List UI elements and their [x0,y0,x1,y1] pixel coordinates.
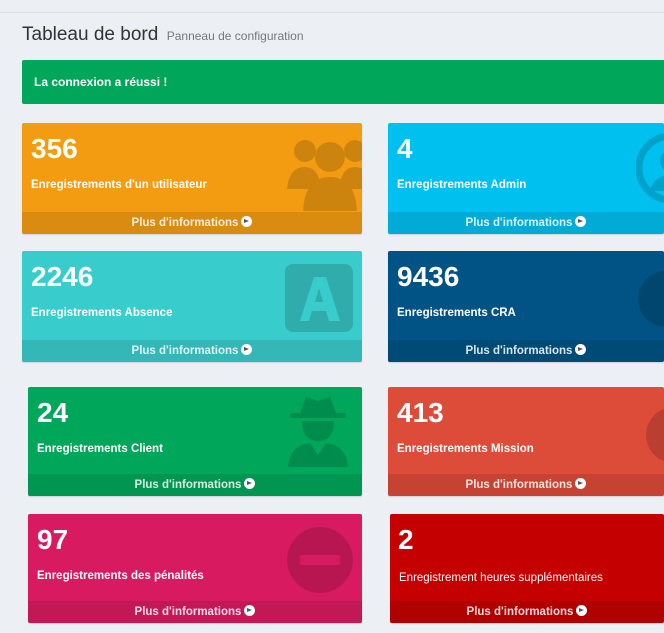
stat-value: 356 [31,133,78,164]
circle-icon [644,405,664,465]
stat-label: Enregistrements des pénalités [37,570,204,582]
page-header: Tableau de bord Panneau de configuration [22,24,304,46]
stat-box-mission-records: 413 Enregistrements Mission Plus d'infor… [388,387,664,496]
spy-icon [286,395,350,467]
stat-label: Enregistrements Client [37,443,163,455]
more-info-link[interactable]: Plus d'informations [388,212,664,234]
arrow-circle-right-icon [575,216,587,227]
stat-box-user-records: 356 Enregistrements d'un utilisateur Plu… [22,123,362,234]
more-info-label: Plus d'informations [465,217,573,229]
circle-icon [636,269,664,329]
arrow-circle-right-icon [575,344,587,355]
user-circle-icon [636,133,664,203]
stat-label: Enregistrements CRA [397,307,516,319]
stat-box-penalty-records: 97 Enregistrements des pénalités Plus d'… [28,514,362,623]
stat-value: 2 [398,524,414,555]
more-info-link[interactable]: Plus d'informations [28,474,362,496]
arrow-circle-right-icon [241,216,253,227]
arrow-circle-right-icon [576,605,588,616]
stat-value: 413 [397,397,444,428]
more-info-link[interactable]: Plus d'informations [390,601,664,623]
more-info-label: Plus d'informations [131,217,239,229]
stat-label: Enregistrements Absence [31,307,173,319]
stat-box-cra-records: 9436 Enregistrements CRA Plus d'informat… [388,251,664,362]
stat-label: Enregistrements d'un utilisateur [31,179,207,191]
page-title: Tableau de bord [22,24,159,45]
top-border [0,12,664,13]
stat-box-admin-records: 4 Enregistrements Admin Plus d'informati… [388,123,664,234]
stat-value: 97 [37,524,69,555]
stat-label: Enregistrement heures supplémentaires [399,572,603,584]
more-info-link[interactable]: Plus d'informations [28,601,362,623]
more-info-label: Plus d'informations [134,479,242,491]
more-info-label: Plus d'informations [134,606,242,618]
more-info-label: Plus d'informations [131,345,239,357]
arrow-circle-right-icon [241,344,253,355]
stat-value: 2246 [31,261,94,292]
more-info-label: Plus d'informations [465,479,573,491]
minus-circle-icon [286,526,354,594]
more-info-label: Plus d'informations [465,345,573,357]
stat-label: Enregistrements Mission [397,443,534,455]
stat-value: 24 [37,397,69,428]
stat-label: Enregistrements Admin [397,179,527,191]
stat-box-client-records: 24 Enregistrements Client Plus d'informa… [28,387,362,496]
arrow-circle-right-icon [575,478,587,489]
more-info-link[interactable]: Plus d'informations [22,212,362,234]
stat-value: 9436 [397,261,460,292]
stat-box-overtime-records: 2 Enregistrement heures supplémentaires … [390,514,664,623]
more-info-label: Plus d'informations [466,606,574,618]
alert-text: La connexion a réussi ! [34,75,168,89]
more-info-link[interactable]: Plus d'informations [388,340,664,362]
stat-value: 4 [397,133,413,164]
more-info-link[interactable]: Plus d'informations [388,474,664,496]
stat-box-absence-records: 2246 Enregistrements Absence Plus d'info… [22,251,362,362]
arrow-circle-right-icon [244,478,256,489]
letter-a-icon [284,263,354,333]
page-subtitle: Panneau de configuration [166,29,304,43]
success-alert: La connexion a réussi ! [22,60,664,104]
arrow-circle-right-icon [244,605,256,616]
more-info-link[interactable]: Plus d'informations [22,340,362,362]
users-icon [285,131,362,211]
